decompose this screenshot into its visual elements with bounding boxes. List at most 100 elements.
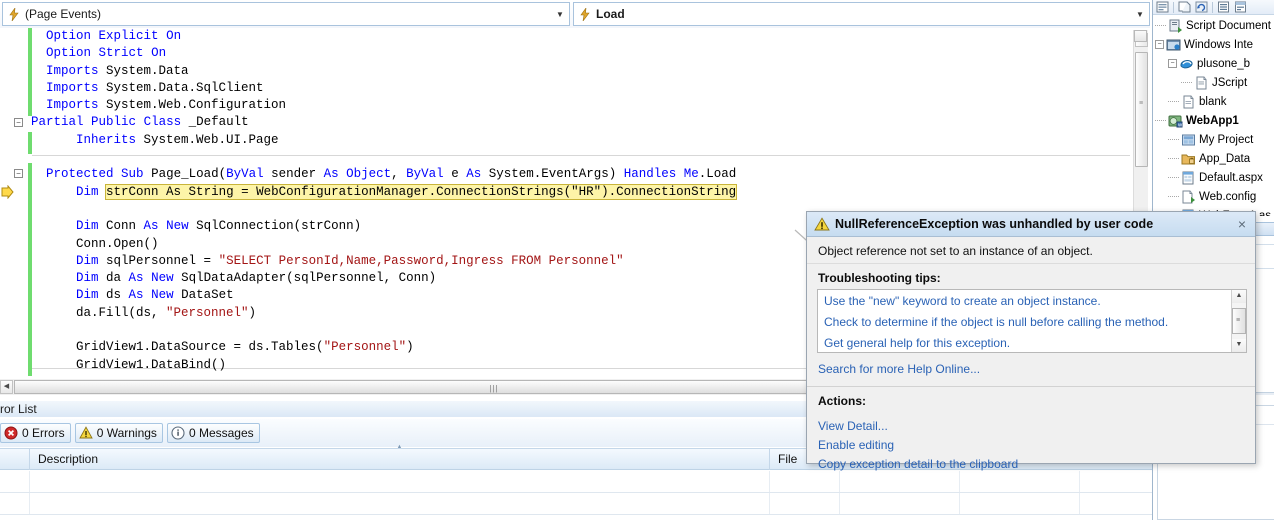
- code-line[interactable]: Dim sqlPersonnel = "SELECT PersonId,Name…: [16, 253, 736, 270]
- tree-connector: [1168, 158, 1179, 159]
- tip-link[interactable]: Check to determine if the object is null…: [818, 311, 1246, 332]
- code-line[interactable]: Imports System.Data.SqlClient: [16, 80, 736, 97]
- lightning-icon: [3, 7, 25, 22]
- column-header-blank[interactable]: [0, 448, 30, 470]
- web-project-icon: W: [1168, 114, 1183, 128]
- tree-item-script-document[interactable]: Script Document: [1153, 16, 1274, 35]
- code-token: System.Data: [98, 63, 189, 78]
- glyph-margin[interactable]: [0, 28, 14, 376]
- exception-dialog-title: NullReferenceException was unhandled by …: [835, 217, 1154, 231]
- code-line[interactable]: [16, 149, 736, 166]
- tips-scrollbar-thumb[interactable]: ≡: [1232, 308, 1246, 334]
- messages-filter-button[interactable]: 0 Messages: [166, 423, 260, 443]
- tree-item-web-config[interactable]: Web.config: [1153, 187, 1274, 206]
- code-line[interactable]: Protected Sub Page_Load(ByVal sender As …: [16, 166, 736, 183]
- editor-navigation-bar: (Page Events) ▼ Load ▼: [0, 2, 1150, 28]
- tree-item-my-project[interactable]: My Project: [1153, 130, 1274, 149]
- code-line[interactable]: Option Explicit On: [16, 28, 736, 45]
- code-token: On: [151, 46, 167, 61]
- tree-item-default-aspx[interactable]: Default.aspx: [1153, 168, 1274, 187]
- member-dropdown[interactable]: (Page Events) ▼: [2, 2, 570, 26]
- code-line[interactable]: Dim da As New SqlDataAdapter(sqlPersonne…: [16, 270, 736, 287]
- code-line[interactable]: Dim strConn As String = WebConfiguration…: [16, 183, 738, 201]
- warnings-filter-button[interactable]: 0 Warnings: [74, 423, 163, 443]
- tree-item-app-data[interactable]: App_Data: [1153, 149, 1274, 168]
- code-token: System.EventArgs): [481, 167, 624, 182]
- dialog-separator: [807, 386, 1255, 387]
- code-line[interactable]: da.Fill(ds, "Personnel"): [16, 305, 736, 322]
- code-token: DataSet: [173, 288, 234, 303]
- tree-item-label: WebApp1: [1186, 114, 1239, 127]
- refresh-icon[interactable]: [1194, 1, 1209, 14]
- code-line[interactable]: Dim Conn As New SqlConnection(strConn): [16, 218, 736, 235]
- tree-item-label: My Project: [1199, 133, 1254, 146]
- warnings-filter-label: 0 Warnings: [96, 426, 157, 440]
- chevron-down-icon[interactable]: ▼: [551, 10, 569, 19]
- table-row[interactable]: [0, 471, 1152, 493]
- table-row[interactable]: [0, 493, 1152, 515]
- code-line[interactable]: GridView1.DataSource = ds.Tables("Person…: [16, 339, 736, 356]
- tree-item-blank[interactable]: blank: [1153, 92, 1274, 111]
- copy-icon[interactable]: [1177, 1, 1192, 14]
- tree-connector: [1155, 120, 1166, 121]
- code-line[interactable]: Imports System.Web.Configuration: [16, 97, 736, 114]
- tips-scrollbar[interactable]: ▲ ≡ ▼: [1231, 290, 1246, 352]
- event-dropdown[interactable]: Load ▼: [573, 2, 1150, 26]
- code-line[interactable]: Conn.Open(): [16, 236, 736, 253]
- tree-item-webapp1[interactable]: W WebApp1: [1153, 111, 1274, 130]
- code-token: System.Web.UI.Page: [136, 132, 279, 147]
- solution-explorer-tree[interactable]: Script Document − Windows Inte − plusone_b JS…: [1153, 16, 1274, 216]
- search-help-online-link[interactable]: Search for more Help Online...: [818, 362, 980, 376]
- view-designer-icon[interactable]: [1233, 1, 1248, 14]
- properties-icon[interactable]: [1155, 1, 1170, 14]
- code-line[interactable]: [16, 322, 736, 339]
- view-detail-link[interactable]: View Detail...: [818, 419, 888, 433]
- scroll-down-arrow-icon[interactable]: ▼: [1232, 339, 1246, 352]
- code-text[interactable]: Option Explicit On Option Strict On Impo…: [16, 28, 738, 374]
- close-icon[interactable]: ×: [1229, 212, 1255, 236]
- code-token: Option: [46, 46, 92, 61]
- tree-expander-icon[interactable]: −: [1155, 40, 1164, 49]
- code-token: Option: [46, 29, 92, 43]
- troubleshooting-tips-list[interactable]: Use the "new" keyword to create an objec…: [817, 289, 1247, 353]
- column-header-description[interactable]: Description: [30, 448, 770, 470]
- code-token: New: [166, 219, 189, 234]
- show-all-files-icon[interactable]: [1216, 1, 1231, 14]
- error-list-rows: [0, 471, 1152, 518]
- code-line[interactable]: Imports System.Data: [16, 63, 736, 80]
- document-icon: [1181, 95, 1196, 109]
- scroll-left-arrow-icon[interactable]: ◀: [0, 380, 13, 394]
- tree-expander-icon[interactable]: −: [1168, 59, 1177, 68]
- current-statement-arrow-icon: [1, 184, 14, 200]
- code-token: Conn: [98, 219, 144, 234]
- tree-item-jscript[interactable]: JScript: [1153, 73, 1274, 92]
- code-line[interactable]: Partial Public Class _Default: [16, 114, 736, 131]
- warning-icon: [814, 216, 830, 232]
- code-line[interactable]: Dim ds As New DataSet: [16, 287, 736, 304]
- code-line[interactable]: [16, 201, 736, 218]
- code-token: System.Web.Configuration: [98, 98, 287, 113]
- errors-filter-button[interactable]: 0 Errors: [0, 423, 71, 443]
- tip-link[interactable]: Use the "new" keyword to create an objec…: [818, 290, 1246, 311]
- vertical-scrollbar-thumb[interactable]: ≡: [1135, 52, 1148, 167]
- code-token: Dim: [76, 253, 99, 268]
- chevron-down-icon[interactable]: ▼: [1131, 10, 1149, 19]
- copy-exception-detail-link[interactable]: Copy exception detail to the clipboard: [818, 457, 1018, 471]
- tree-item-plusone-b[interactable]: − plusone_b: [1153, 54, 1274, 73]
- editor-split-handle[interactable]: [1134, 30, 1147, 42]
- code-token: Page_Load(: [143, 167, 227, 182]
- code-line[interactable]: Inherits System.Web.UI.Page: [16, 132, 736, 149]
- jscript-file-icon: [1194, 76, 1209, 90]
- code-line[interactable]: Option Strict On: [16, 45, 736, 62]
- scroll-up-arrow-icon[interactable]: ▲: [1232, 290, 1246, 303]
- tree-item-windows-inte[interactable]: − Windows Inte: [1153, 35, 1274, 54]
- tip-link[interactable]: Get general help for this exception.: [818, 332, 1246, 352]
- enable-editing-link[interactable]: Enable editing: [818, 438, 894, 452]
- code-line[interactable]: GridView1.DataBind(): [16, 357, 736, 374]
